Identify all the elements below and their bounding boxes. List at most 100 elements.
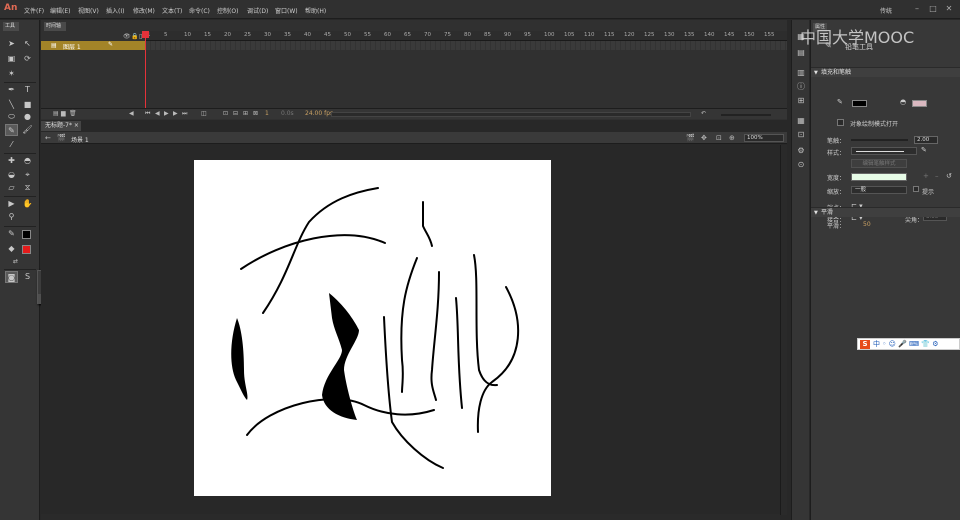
frame-row[interactable] xyxy=(146,41,787,50)
line-tool-icon[interactable]: ╲ xyxy=(5,99,18,111)
width-profile-dropdown[interactable] xyxy=(851,173,907,181)
undo-icon[interactable]: ↶ xyxy=(701,110,706,117)
edit-multiple-icon[interactable]: ⊞ xyxy=(243,110,248,117)
onion-outline-icon[interactable]: ⊟ xyxy=(233,110,238,117)
rectangle-tool-icon[interactable]: ■ xyxy=(21,99,34,111)
width-tool-icon[interactable]: ⧖ xyxy=(21,182,34,194)
smooth-value[interactable]: 50 xyxy=(863,221,871,228)
stroke-slider[interactable] xyxy=(851,139,908,141)
fill-color-swatch[interactable] xyxy=(22,245,31,254)
scale-dropdown[interactable]: 一般 xyxy=(851,186,907,194)
loop-icon[interactable]: ◀ xyxy=(129,110,134,117)
polystar-tool-icon[interactable]: ● xyxy=(21,111,34,123)
close-icon[interactable]: ✕ xyxy=(944,4,954,14)
stroke-input[interactable]: 2.00 xyxy=(914,136,938,144)
timeline-tab[interactable]: 时间轴 xyxy=(44,22,66,31)
ime-status[interactable]: 中 ◦ ☺ 🎤 ⌨ 👕 ⚙ xyxy=(873,340,939,349)
timeline-zoom-slider[interactable] xyxy=(721,114,771,116)
zoom-tool-icon[interactable]: ⚲ xyxy=(5,211,18,223)
oval-tool-icon[interactable]: ⬭ xyxy=(5,111,18,123)
step-forward-icon[interactable]: ▶ xyxy=(173,110,178,117)
subselection-tool-icon[interactable]: ↖ xyxy=(21,38,34,50)
stage-vscroll[interactable] xyxy=(780,145,787,515)
scene-name[interactable]: 场景 1 xyxy=(71,135,89,144)
eye-icon[interactable]: 👁 xyxy=(123,33,131,40)
tools-tab[interactable]: 工具 xyxy=(3,22,19,31)
transform-dock-icon[interactable]: ⊞ xyxy=(796,96,806,106)
workspace-switcher[interactable]: 传统 xyxy=(880,6,892,15)
delete-layer-icon[interactable]: 🗑 xyxy=(69,110,77,117)
hand-tool-icon[interactable]: ✋ xyxy=(21,198,34,210)
fill-color-picker[interactable] xyxy=(912,100,927,107)
3d-rotation-tool-icon[interactable]: ⟳ xyxy=(21,53,34,65)
play-icon[interactable]: ▶ xyxy=(164,110,169,117)
eraser-icon[interactable]: ▱ xyxy=(5,182,18,194)
bone-tool-icon[interactable]: ✚ xyxy=(5,155,18,167)
go-first-frame-icon[interactable]: ⏮ xyxy=(145,110,150,118)
menu-control[interactable]: 控制(O) xyxy=(217,6,238,15)
canvas[interactable] xyxy=(194,160,551,496)
step-back-icon[interactable]: ◀ xyxy=(155,110,160,117)
menu-text[interactable]: 文本(T) xyxy=(162,6,182,15)
new-folder-icon[interactable]: ▆ xyxy=(61,110,66,117)
zoom-select[interactable]: 100% xyxy=(744,134,784,142)
section-fill-stroke[interactable]: ▼ 填充和笔触 xyxy=(811,67,960,77)
menu-help[interactable]: 帮助(H) xyxy=(305,6,326,15)
camera-tool-icon[interactable]: ▶ xyxy=(5,198,18,210)
document-tab[interactable]: 无标题-7* × xyxy=(41,121,81,131)
sogou-logo-icon[interactable]: S xyxy=(860,340,870,349)
stroke-color-picker[interactable] xyxy=(852,100,867,107)
onion-skin-icon[interactable]: ◫ xyxy=(201,110,207,117)
clip-stage-icon[interactable]: ⊡ xyxy=(716,134,722,142)
playhead-handle[interactable] xyxy=(142,31,149,38)
go-last-frame-icon[interactable]: ⏭ xyxy=(182,110,187,118)
ink-bottle-icon[interactable]: ◒ xyxy=(5,169,18,181)
edit-stroke-style-button[interactable]: 编辑笔触样式 xyxy=(851,159,907,168)
section-smooth[interactable]: ▼ 平滑 xyxy=(811,207,960,217)
menu-modify[interactable]: 修改(M) xyxy=(133,6,155,15)
components-dock-icon[interactable]: ⊙ xyxy=(796,160,806,170)
maximize-icon[interactable]: □ xyxy=(928,4,938,14)
menu-edit[interactable]: 编辑(E) xyxy=(50,6,70,15)
edit-symbol-icon[interactable]: ✥ xyxy=(701,134,707,142)
stroke-color-swatch[interactable] xyxy=(22,230,31,239)
paint-brush-icon[interactable]: ⁄ xyxy=(5,139,18,151)
align-dock-icon[interactable]: ▥ xyxy=(796,68,806,78)
playhead[interactable] xyxy=(145,31,146,111)
reset-width-icon[interactable]: ↺ xyxy=(946,172,952,180)
swatches-dock-icon[interactable]: ⊡ xyxy=(796,130,806,140)
menu-debug[interactable]: 调试(D) xyxy=(247,6,268,15)
layer-row[interactable]: ▤ 图层 1 ✎ xyxy=(41,41,146,51)
menu-insert[interactable]: 插入(I) xyxy=(106,6,124,15)
hint-checkbox[interactable] xyxy=(913,186,919,192)
text-tool-icon[interactable]: T xyxy=(21,84,34,96)
library-dock-icon[interactable]: ▤ xyxy=(796,48,806,58)
selection-tool-icon[interactable]: ➤ xyxy=(5,38,18,50)
brush-tool-icon[interactable]: 🖌 xyxy=(21,124,34,136)
lasso-tool-icon[interactable]: ✶ xyxy=(5,68,18,80)
menu-commands[interactable]: 命令(C) xyxy=(189,6,210,15)
swap-colors-icon[interactable]: ⇄ xyxy=(9,256,22,268)
back-arrow-icon[interactable]: ← xyxy=(45,134,51,142)
center-stage-icon[interactable]: ⊕ xyxy=(729,134,735,142)
remove-width-icon[interactable]: – xyxy=(935,172,939,180)
color-dock-icon[interactable]: ▦ xyxy=(796,116,806,126)
minimize-icon[interactable]: – xyxy=(912,4,922,14)
pencil-mode-icon[interactable]: S xyxy=(21,271,34,283)
menu-window[interactable]: 窗口(W) xyxy=(275,6,298,15)
timeline-hscroll[interactable] xyxy=(331,112,691,117)
object-drawing-toggle[interactable] xyxy=(837,119,844,126)
pen-tool-icon[interactable]: ✒ xyxy=(5,84,18,96)
center-frame-icon[interactable]: ⊡ xyxy=(223,110,228,117)
add-width-icon[interactable]: + xyxy=(923,172,929,180)
frame-ruler[interactable]: 1510152025303540455055606570758085909510… xyxy=(146,31,787,41)
stage-hscroll[interactable] xyxy=(41,514,780,520)
edit-style-icon[interactable]: ✎ xyxy=(921,146,927,154)
new-layer-icon[interactable]: ▤ xyxy=(53,110,59,117)
edit-scene-icon[interactable]: 🎬 xyxy=(686,134,695,142)
modify-markers-icon[interactable]: ⊠ xyxy=(253,110,258,117)
pencil-tool-icon[interactable]: ✎ xyxy=(5,124,18,136)
motion-dock-icon[interactable]: ⚙ xyxy=(796,146,806,156)
eyedropper-icon[interactable]: ⌖ xyxy=(21,169,34,181)
free-transform-tool-icon[interactable]: ▣ xyxy=(5,53,18,65)
